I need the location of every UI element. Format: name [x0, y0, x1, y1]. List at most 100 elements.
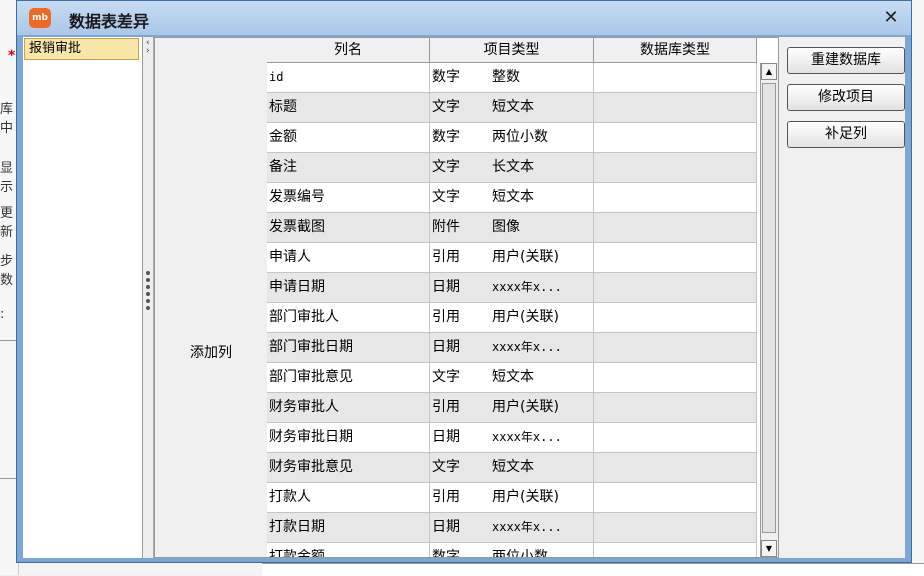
- cell-column-name: 财务审批日期: [267, 423, 430, 452]
- cell-column-name: 打款人: [267, 483, 430, 512]
- group-column: 添加列: [155, 38, 268, 557]
- cell-item-subtype: 两位小数: [470, 543, 594, 557]
- table-row[interactable]: 申请日期 日期 xxxx年x...: [267, 273, 757, 303]
- cell-column-name: 部门审批日期: [267, 333, 430, 362]
- cell-db-type: [594, 363, 757, 392]
- cell-db-type: [594, 423, 757, 452]
- cell-item-subtype: 用户(关联): [470, 393, 594, 422]
- vertical-scrollbar[interactable]: ▲ ▼: [760, 63, 778, 557]
- splitter-arrow-icon: ‹ ›: [146, 38, 150, 56]
- cell-item-kind: 数字: [432, 69, 460, 85]
- table-list: 报销审批: [23, 37, 143, 558]
- grip-dots-icon: [146, 271, 150, 313]
- background-bottom-strip: [262, 563, 924, 576]
- cell-item-kind: 数字: [432, 549, 460, 558]
- cell-item-kind: 数字: [432, 129, 460, 145]
- cell-db-type: [594, 483, 757, 512]
- cell-column-name: 备注: [267, 153, 430, 182]
- cell-item-subtype: 短文本: [470, 363, 594, 392]
- table-row[interactable]: 金额 数字 两位小数: [267, 123, 757, 153]
- scroll-down-button[interactable]: ▼: [761, 540, 777, 557]
- table-row[interactable]: 打款金额 数字 两位小数: [267, 543, 757, 558]
- required-star-icon: *: [8, 48, 16, 64]
- cell-column-name: 财务审批人: [267, 393, 430, 422]
- cell-db-type: [594, 273, 757, 302]
- table-row[interactable]: 财务审批人 引用 用户(关联): [267, 393, 757, 423]
- cell-item-subtype: 用户(关联): [470, 483, 594, 512]
- cell-db-type: [594, 393, 757, 422]
- cell-item-subtype: 短文本: [470, 183, 594, 212]
- table-row[interactable]: 打款人 引用 用户(关联): [267, 483, 757, 513]
- header-db-type[interactable]: 数据库类型: [594, 38, 757, 62]
- cell-db-type: [594, 63, 757, 92]
- group-label-add-column: 添加列: [190, 345, 232, 361]
- cell-column-name: 申请日期: [267, 273, 430, 302]
- table-row[interactable]: 申请人 引用 用户(关联): [267, 243, 757, 273]
- cell-column-name: 部门审批人: [267, 303, 430, 332]
- cell-item-subtype: 长文本: [470, 153, 594, 182]
- grid-header: 列名 项目类型 数据库类型: [267, 38, 757, 63]
- cell-db-type: [594, 213, 757, 242]
- table-row[interactable]: 财务审批意见 文字 短文本: [267, 453, 757, 483]
- header-item-type[interactable]: 项目类型: [430, 38, 594, 62]
- cell-item-kind: 文字: [432, 189, 460, 205]
- splitter-handle[interactable]: ‹ ›: [143, 37, 154, 558]
- table-row[interactable]: 财务审批日期 日期 xxxx年x...: [267, 423, 757, 453]
- table-row[interactable]: 标题 文字 短文本: [267, 93, 757, 123]
- table-list-item[interactable]: 报销审批: [24, 38, 139, 60]
- cell-item-kind: 文字: [432, 159, 460, 175]
- scroll-up-button[interactable]: ▲: [761, 63, 777, 80]
- cell-item-subtype: 用户(关联): [470, 303, 594, 332]
- bg-fragment-5: :: [0, 307, 5, 322]
- table-row[interactable]: 发票编号 文字 短文本: [267, 183, 757, 213]
- close-button[interactable]: ✕: [879, 7, 903, 29]
- cell-column-name: 发票截图: [267, 213, 430, 242]
- cell-item-subtype: xxxx年x...: [470, 273, 594, 302]
- header-column-name[interactable]: 列名: [267, 38, 430, 62]
- table-row[interactable]: 备注 文字 长文本: [267, 153, 757, 183]
- cell-column-name: 财务审批意见: [267, 453, 430, 482]
- cell-db-type: [594, 453, 757, 482]
- cell-item-kind: 附件: [432, 219, 460, 235]
- cell-column-name: 金额: [267, 123, 430, 152]
- table-row[interactable]: 部门审批日期 日期 xxxx年x...: [267, 333, 757, 363]
- diff-grid: 添加列 列名 项目类型 数据库类型 id 数字 整数 标题 文字 短文本 金额 数字 两位小数备…: [154, 37, 779, 558]
- cell-column-name: 申请人: [267, 243, 430, 272]
- dialog-body: 报销审批 ‹ › 添加列 列名 项目类型 数据库类型 id 数字 整数 标题 文字 短文本金…: [23, 37, 905, 558]
- cell-item-kind: 引用: [432, 399, 460, 415]
- dialog-titlebar[interactable]: mb 数据表差异 ✕: [17, 1, 911, 35]
- cell-column-name: 标题: [267, 93, 430, 122]
- cell-item-kind: 日期: [432, 519, 460, 535]
- cell-item-subtype: xxxx年x...: [470, 423, 594, 452]
- dialog-title: 数据表差异: [69, 12, 150, 31]
- cell-column-name: 发票编号: [267, 183, 430, 212]
- table-row[interactable]: 打款日期 日期 xxxx年x...: [267, 513, 757, 543]
- cell-db-type: [594, 513, 757, 542]
- scroll-thumb[interactable]: [762, 83, 776, 533]
- table-row[interactable]: 发票截图 附件 图像: [267, 213, 757, 243]
- cell-db-type: [594, 303, 757, 332]
- table-row[interactable]: id 数字 整数: [267, 63, 757, 93]
- cell-db-type: [594, 153, 757, 182]
- cell-column-name: id: [267, 63, 430, 92]
- rebuild-database-button[interactable]: 重建数据库: [787, 47, 905, 74]
- cell-item-kind: 文字: [432, 99, 460, 115]
- cell-item-kind: 文字: [432, 459, 460, 475]
- cell-item-subtype: xxxx年x...: [470, 333, 594, 362]
- cell-column-name: 打款金额: [267, 543, 430, 557]
- cell-db-type: [594, 93, 757, 122]
- table-diff-dialog: mb 数据表差异 ✕ 报销审批 ‹ › 添加列 列名 项目类型 数据库类型 id 数…: [16, 0, 912, 563]
- fill-columns-button[interactable]: 补足列: [787, 121, 905, 148]
- cell-item-kind: 文字: [432, 369, 460, 385]
- cell-db-type: [594, 183, 757, 212]
- table-row[interactable]: 部门审批人 引用 用户(关联): [267, 303, 757, 333]
- cell-item-subtype: 两位小数: [470, 123, 594, 152]
- cell-item-kind: 日期: [432, 429, 460, 445]
- cell-item-subtype: 图像: [470, 213, 594, 242]
- cell-item-subtype: 整数: [470, 63, 594, 92]
- modify-item-button[interactable]: 修改项目: [787, 84, 905, 111]
- cell-item-kind: 引用: [432, 309, 460, 325]
- grid-rows: id 数字 整数 标题 文字 短文本 金额 数字 两位小数 备注 文字 长文本 发票编号 文字 短文本 发票截…: [267, 63, 757, 558]
- cell-item-kind: 引用: [432, 489, 460, 505]
- table-row[interactable]: 部门审批意见 文字 短文本: [267, 363, 757, 393]
